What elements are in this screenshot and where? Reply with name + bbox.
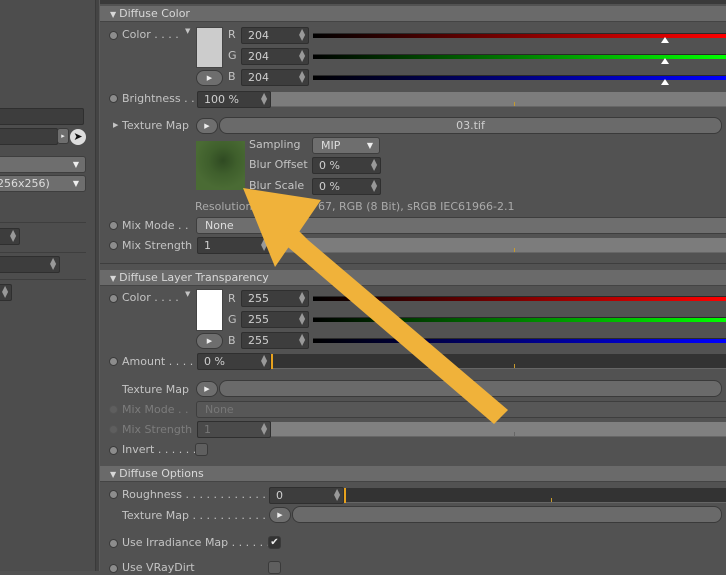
annotation-arrow-icon bbox=[243, 188, 508, 424]
arrow-shaft bbox=[282, 222, 508, 424]
